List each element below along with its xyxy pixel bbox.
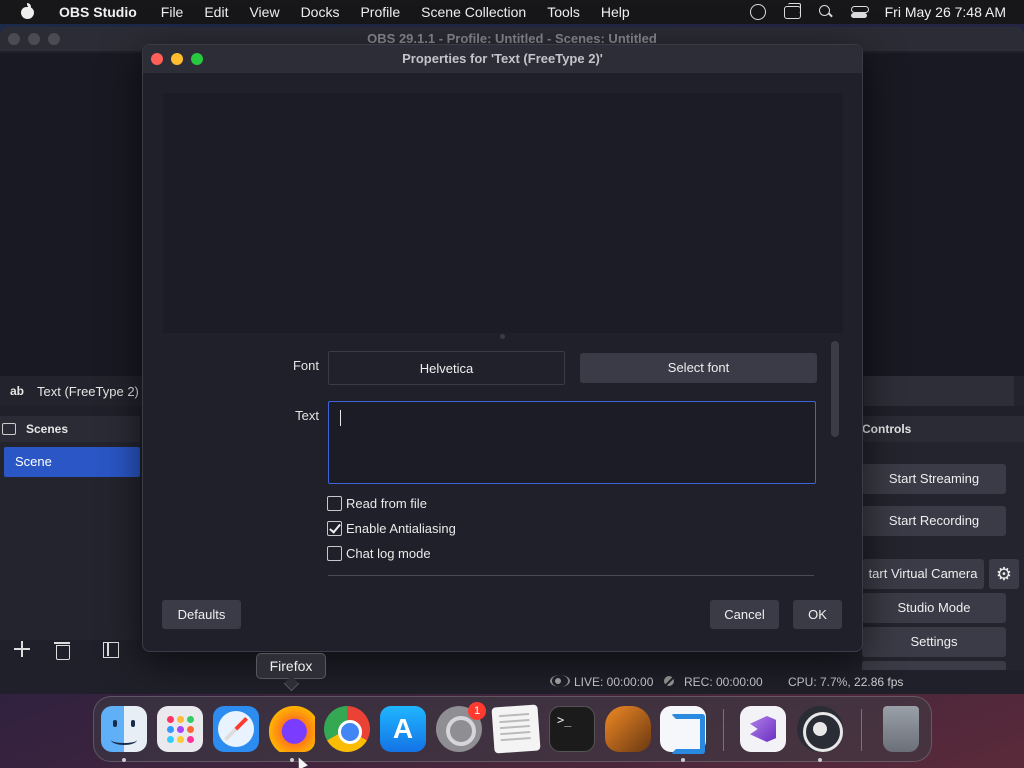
terminal-icon[interactable] bbox=[549, 706, 595, 752]
live-signal-icon bbox=[550, 675, 570, 687]
scenes-header-label: Scenes bbox=[26, 422, 69, 436]
start-streaming-button[interactable]: Start Streaming bbox=[862, 464, 1006, 494]
text-caret bbox=[340, 410, 341, 426]
dialog-titlebar: Properties for 'Text (FreeType 2)' bbox=[143, 45, 862, 73]
safari-icon[interactable] bbox=[213, 706, 259, 752]
close-window-button[interactable] bbox=[8, 33, 20, 45]
dialog-minimize-button[interactable] bbox=[171, 53, 183, 65]
dock-separator bbox=[861, 709, 862, 751]
menu-profile[interactable]: Profile bbox=[360, 4, 400, 20]
vscode-icon[interactable] bbox=[660, 706, 706, 754]
menu-clock[interactable]: Fri May 26 7:48 AM bbox=[885, 4, 1006, 20]
start-recording-button[interactable]: Start Recording bbox=[862, 506, 1006, 536]
gear-icon: ⚙ bbox=[995, 564, 1013, 584]
launchpad-icon[interactable] bbox=[157, 706, 203, 752]
menu-tools[interactable]: Tools bbox=[547, 4, 580, 20]
firefox-icon[interactable] bbox=[269, 706, 315, 752]
menu-edit[interactable]: Edit bbox=[204, 4, 228, 20]
source-preview bbox=[163, 93, 843, 333]
menu-scene-collection[interactable]: Scene Collection bbox=[421, 4, 526, 20]
antialiasing-label[interactable]: Enable Antialiasing bbox=[346, 521, 456, 536]
menu-help[interactable]: Help bbox=[601, 4, 630, 20]
rec-icon bbox=[664, 675, 676, 687]
chat-log-mode-label[interactable]: Chat log mode bbox=[346, 546, 431, 561]
scenes-dock-header: Scenes bbox=[0, 416, 140, 442]
apple-icon[interactable] bbox=[19, 3, 39, 20]
rec-status-text: REC: 00:00:00 bbox=[684, 675, 763, 689]
garageband-icon[interactable] bbox=[605, 706, 651, 752]
menu-file[interactable]: File bbox=[161, 4, 184, 20]
controls-dock-header: Controls bbox=[862, 416, 1024, 442]
read-from-file-label[interactable]: Read from file bbox=[346, 496, 427, 511]
obs-icon[interactable] bbox=[797, 706, 843, 752]
cancel-button[interactable]: Cancel bbox=[710, 600, 779, 629]
read-from-file-checkbox[interactable] bbox=[327, 496, 342, 511]
chat-log-mode-checkbox[interactable] bbox=[327, 546, 342, 561]
properties-scrollbar[interactable] bbox=[831, 341, 839, 437]
menu-app-name[interactable]: OBS Studio bbox=[59, 4, 137, 20]
status-bar: LIVE: 00:00:00 REC: 00:00:00 CPU: 7.7%, … bbox=[0, 670, 1024, 694]
textedit-icon[interactable] bbox=[491, 704, 541, 754]
obs-status-icon[interactable] bbox=[749, 4, 766, 20]
preview-splitter-handle[interactable] bbox=[500, 334, 505, 339]
notification-badge: 1 bbox=[468, 702, 486, 720]
add-scene-icon[interactable] bbox=[12, 639, 32, 659]
minimize-window-button[interactable] bbox=[28, 33, 40, 45]
live-status-text: LIVE: 00:00:00 bbox=[574, 675, 654, 689]
menu-bar: OBS Studio File Edit View Docks Profile … bbox=[0, 0, 1024, 24]
studio-mode-button[interactable]: Studio Mode bbox=[862, 593, 1006, 623]
running-indicator bbox=[681, 758, 685, 762]
finder-icon[interactable] bbox=[101, 706, 147, 752]
text-input[interactable] bbox=[328, 401, 816, 484]
controls-panel: Start Streaming Start Recording tart Vir… bbox=[862, 442, 1024, 694]
control-center-icon[interactable] bbox=[850, 5, 869, 19]
remove-scene-icon[interactable] bbox=[52, 639, 72, 660]
live-status: LIVE: 00:00:00 bbox=[550, 675, 653, 689]
zoom-window-button[interactable] bbox=[48, 33, 60, 45]
scene-item[interactable]: Scene bbox=[4, 447, 140, 477]
dock-icon bbox=[2, 423, 16, 435]
select-font-button[interactable]: Select font bbox=[580, 353, 817, 383]
menu-docks[interactable]: Docks bbox=[301, 4, 340, 20]
cpu-status: CPU: 7.7%, 22.86 fps bbox=[788, 675, 904, 689]
dialog-close-button[interactable] bbox=[151, 53, 163, 65]
running-indicator bbox=[122, 758, 126, 762]
dialog-title: Properties for 'Text (FreeType 2)' bbox=[402, 51, 603, 66]
search-icon[interactable] bbox=[818, 5, 833, 19]
scene-filters-icon[interactable] bbox=[100, 639, 120, 659]
antialiasing-option[interactable]: Enable Antialiasing bbox=[327, 521, 456, 536]
properties-dialog: Properties for 'Text (FreeType 2)' Font … bbox=[142, 44, 863, 652]
window-switcher-icon[interactable] bbox=[783, 2, 801, 19]
dock-separator bbox=[723, 709, 724, 751]
dock bbox=[93, 696, 932, 762]
properties-divider bbox=[328, 575, 814, 576]
scene-list: Scene bbox=[0, 442, 140, 640]
app-store-icon[interactable] bbox=[380, 706, 426, 752]
text-label: Text bbox=[295, 408, 319, 423]
font-label: Font bbox=[292, 358, 319, 373]
chrome-icon[interactable] bbox=[324, 706, 370, 752]
source-toolbar-field[interactable] bbox=[864, 376, 1014, 406]
chat-log-mode-option[interactable]: Chat log mode bbox=[327, 546, 431, 561]
settings-button[interactable]: Settings bbox=[862, 627, 1006, 657]
text-source-icon: ab bbox=[10, 384, 25, 398]
ok-button[interactable]: OK bbox=[793, 600, 842, 629]
read-from-file-option[interactable]: Read from file bbox=[327, 496, 427, 511]
trash-icon[interactable] bbox=[883, 706, 919, 752]
selected-source-label: Text (FreeType 2) bbox=[37, 383, 139, 399]
virtual-camera-config-button[interactable]: ⚙ bbox=[989, 559, 1019, 589]
scene-toolbar bbox=[0, 632, 140, 666]
start-virtual-camera-button[interactable]: tart Virtual Camera bbox=[862, 559, 984, 589]
font-value: Helvetica bbox=[328, 351, 565, 385]
rec-status: REC: 00:00:00 bbox=[664, 675, 763, 689]
menu-view[interactable]: View bbox=[249, 4, 279, 20]
running-indicator bbox=[818, 758, 822, 762]
antialiasing-checkbox[interactable] bbox=[327, 521, 342, 536]
dialog-zoom-button[interactable] bbox=[191, 53, 203, 65]
visual-studio-icon[interactable] bbox=[740, 706, 786, 752]
dock-tooltip: Firefox bbox=[256, 653, 326, 679]
defaults-button[interactable]: Defaults bbox=[162, 600, 241, 629]
